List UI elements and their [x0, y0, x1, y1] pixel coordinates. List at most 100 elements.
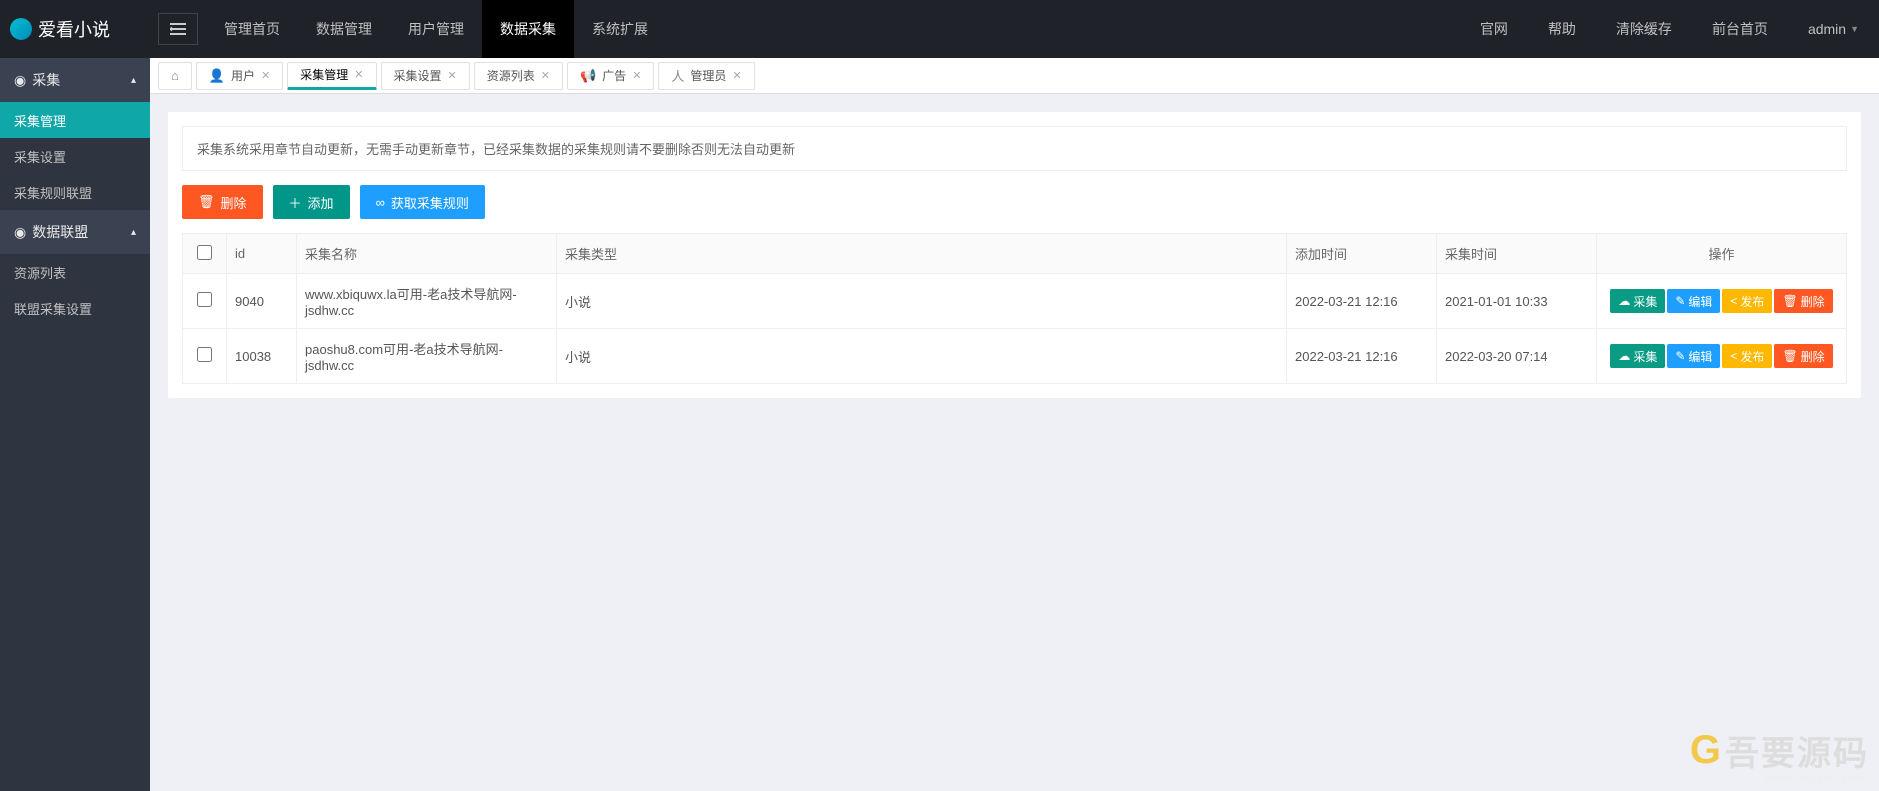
sidebar: ◉ 采集 ▴ 采集管理 采集设置 采集规则联盟 ◉ 数据联盟 ▴ 资源列表 联盟… [0, 58, 150, 791]
content: 采集系统采用章节自动更新，无需手动更新章节，已经采集数据的采集规则请不要删除否则… [150, 94, 1879, 416]
sidebar-item-collect-manage[interactable]: 采集管理 [0, 102, 150, 138]
panel: 采集系统采用章节自动更新，无需手动更新章节，已经采集数据的采集规则请不要删除否则… [168, 112, 1861, 398]
cell-operate: ☁采集✎编辑<发布🗑删除 [1597, 329, 1847, 384]
rightnav-official[interactable]: 官网 [1460, 19, 1528, 39]
cell-name: paoshu8.com可用-老a技术导航网-jsdhw.cc [297, 329, 557, 384]
cell-type: 小说 [557, 274, 1287, 329]
sidebar-group-data-union[interactable]: ◉ 数据联盟 ▴ [0, 210, 150, 254]
sidebar-item-resource-list[interactable]: 资源列表 [0, 254, 150, 290]
topnav-item-user[interactable]: 用户管理 [390, 0, 482, 58]
chevron-down-icon: ▼ [1850, 24, 1859, 34]
sidebar-item-collect-settings[interactable]: 采集设置 [0, 138, 150, 174]
tab-collect-manage[interactable]: 采集管理 ✕ [287, 62, 376, 90]
table-header-operate: 操作 [1597, 234, 1847, 274]
notice-text: 采集系统采用章节自动更新，无需手动更新章节，已经采集数据的采集规则请不要删除否则… [182, 126, 1847, 171]
plus-icon: ＋ [289, 193, 302, 212]
link-icon: ∞ [376, 195, 385, 210]
action-buttons: 🗑 删除 ＋ 添加 ∞ 获取采集规则 [182, 185, 1847, 219]
rightnav-help[interactable]: 帮助 [1528, 19, 1596, 39]
megaphone-icon: 📢 [580, 68, 596, 84]
fetch-rules-button[interactable]: ∞ 获取采集规则 [360, 185, 485, 219]
table-header-name: 采集名称 [297, 234, 557, 274]
app-title-text: 爱看小说 [38, 16, 110, 42]
rightnav-user-menu[interactable]: admin ▼ [1788, 21, 1879, 37]
tab-resource-list[interactable]: 资源列表 ✕ [474, 62, 563, 90]
cell-id: 10038 [227, 329, 297, 384]
chevron-up-icon: ▴ [131, 75, 136, 86]
header: 爱看小说 管理首页 数据管理 用户管理 数据采集 系统扩展 官网 帮助 清除缓存… [0, 0, 1879, 58]
tab-ad[interactable]: 📢 广告 ✕ [567, 62, 654, 90]
row-publish-button[interactable]: <发布 [1722, 289, 1772, 313]
share-icon: < [1730, 294, 1737, 308]
row-collect-button[interactable]: ☁采集 [1610, 344, 1665, 368]
cell-collecttime: 2021-01-01 10:33 [1437, 274, 1597, 329]
table-header-addtime: 添加时间 [1287, 234, 1437, 274]
row-delete-button[interactable]: 🗑删除 [1774, 289, 1832, 313]
row-edit-button[interactable]: ✎编辑 [1667, 289, 1720, 313]
tab-home[interactable]: ⌂ [158, 62, 192, 90]
cell-id: 9040 [227, 274, 297, 329]
topnav-item-system[interactable]: 系统扩展 [574, 0, 666, 58]
cell-type: 小说 [557, 329, 1287, 384]
tab-user[interactable]: 👤 用户 ✕ [196, 62, 283, 90]
close-icon[interactable]: ✕ [732, 69, 741, 82]
topnav-item-home[interactable]: 管理首页 [206, 0, 298, 58]
tab-collect-settings[interactable]: 采集设置 ✕ [381, 62, 470, 90]
trash-icon: 🗑 [1782, 349, 1797, 363]
main: ⌂ 👤 用户 ✕ 采集管理 ✕ 采集设置 ✕ 资源列表 ✕ 📢 广告 ✕ 人 管… [150, 58, 1879, 791]
select-all-checkbox[interactable] [197, 245, 212, 260]
cell-addtime: 2022-03-21 12:16 [1287, 329, 1437, 384]
user-icon: 👤 [209, 68, 225, 84]
table-header-collecttime: 采集时间 [1437, 234, 1597, 274]
right-nav: 官网 帮助 清除缓存 前台首页 admin ▼ [1460, 0, 1879, 58]
chevron-up-icon: ▴ [131, 227, 136, 238]
trash-icon: 🗑 [1782, 294, 1797, 308]
rightnav-clear-cache[interactable]: 清除缓存 [1596, 19, 1692, 39]
topnav-item-collect[interactable]: 数据采集 [482, 0, 574, 58]
home-icon: ⌂ [171, 68, 179, 83]
cloud-icon: ☁ [1618, 294, 1630, 308]
row-collect-button[interactable]: ☁采集 [1610, 289, 1665, 313]
app-title: 爱看小说 [0, 16, 150, 42]
sidebar-item-union-collect-settings[interactable]: 联盟采集设置 [0, 290, 150, 326]
sidebar-item-collect-rule-union[interactable]: 采集规则联盟 [0, 174, 150, 210]
table-header-id: id [227, 234, 297, 274]
table-header-checkbox [183, 234, 227, 274]
row-publish-button[interactable]: <发布 [1722, 344, 1772, 368]
top-nav: 管理首页 数据管理 用户管理 数据采集 系统扩展 [206, 0, 666, 58]
close-icon[interactable]: ✕ [448, 69, 457, 82]
row-delete-button[interactable]: 🗑删除 [1774, 344, 1832, 368]
table-header-row: id 采集名称 采集类型 添加时间 采集时间 操作 [183, 234, 1847, 274]
topnav-item-data[interactable]: 数据管理 [298, 0, 390, 58]
admin-icon: 人 [671, 66, 684, 85]
cell-collecttime: 2022-03-20 07:14 [1437, 329, 1597, 384]
sidebar-toggle-button[interactable] [158, 13, 198, 45]
app-logo-icon [10, 18, 32, 40]
cloud-icon: ☁ [1618, 349, 1630, 363]
close-icon[interactable]: ✕ [632, 69, 641, 82]
close-icon[interactable]: ✕ [354, 68, 363, 81]
tabbar: ⌂ 👤 用户 ✕ 采集管理 ✕ 采集设置 ✕ 资源列表 ✕ 📢 广告 ✕ 人 管… [150, 58, 1879, 94]
share-icon: < [1730, 349, 1737, 363]
rightnav-frontend[interactable]: 前台首页 [1692, 19, 1788, 39]
cell-addtime: 2022-03-21 12:16 [1287, 274, 1437, 329]
add-button[interactable]: ＋ 添加 [273, 185, 350, 219]
tab-admin[interactable]: 人 管理员 ✕ [658, 62, 754, 90]
row-checkbox[interactable] [197, 347, 212, 362]
table-row: 9040www.xbiquwx.la可用-老a技术导航网-jsdhw.cc小说2… [183, 274, 1847, 329]
pencil-icon: ✎ [1675, 349, 1685, 363]
row-edit-button[interactable]: ✎编辑 [1667, 344, 1720, 368]
cell-name: www.xbiquwx.la可用-老a技术导航网-jsdhw.cc [297, 274, 557, 329]
sidebar-group-collect[interactable]: ◉ 采集 ▴ [0, 58, 150, 102]
delete-button[interactable]: 🗑 删除 [182, 185, 263, 219]
globe-icon: ◉ [14, 72, 26, 89]
row-checkbox[interactable] [197, 292, 212, 307]
close-icon[interactable]: ✕ [261, 69, 270, 82]
data-table: id 采集名称 采集类型 添加时间 采集时间 操作 9040www.xbiquw… [182, 233, 1847, 384]
cell-operate: ☁采集✎编辑<发布🗑删除 [1597, 274, 1847, 329]
menu-toggle-icon [170, 23, 186, 35]
close-icon[interactable]: ✕ [541, 69, 550, 82]
globe-icon: ◉ [14, 224, 26, 241]
table-header-type: 采集类型 [557, 234, 1287, 274]
trash-icon: 🗑 [198, 194, 215, 210]
